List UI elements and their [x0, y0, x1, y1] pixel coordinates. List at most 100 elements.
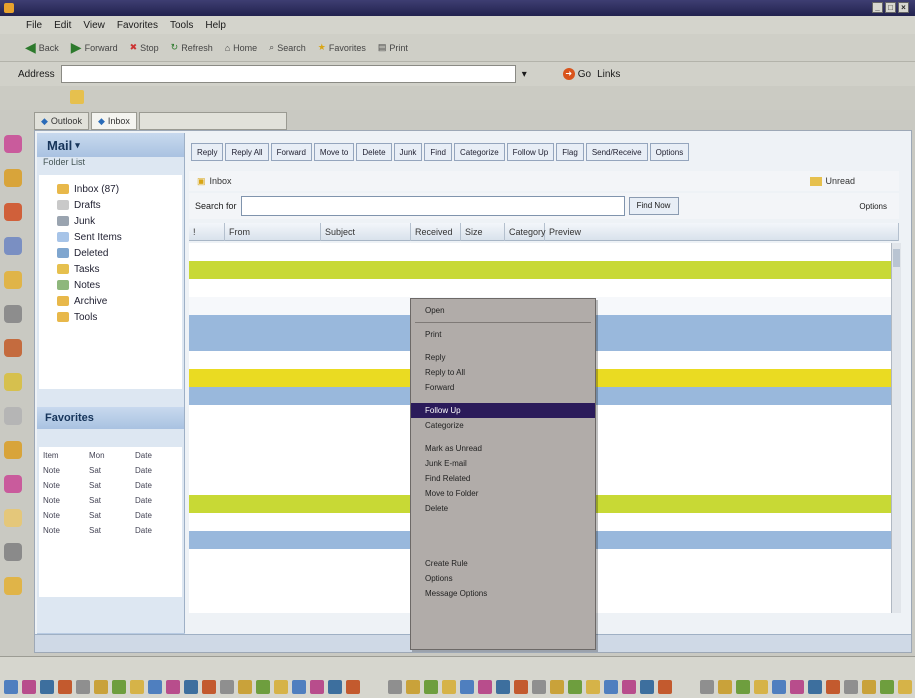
desktop-icon[interactable] — [4, 271, 22, 289]
taskbar-app-icon[interactable] — [862, 680, 876, 694]
desktop-icon[interactable] — [4, 373, 22, 391]
message-row[interactable] — [189, 261, 899, 279]
taskbar-app-icon[interactable] — [406, 680, 420, 694]
context-menu-item[interactable]: Reply — [411, 350, 595, 365]
folder-item[interactable]: Sent Items — [43, 229, 178, 245]
context-menu-item[interactable]: Categorize — [411, 418, 595, 433]
taskbar-app-icon[interactable] — [844, 680, 858, 694]
taskbar-app-icon[interactable] — [700, 680, 714, 694]
taskbar-app-icon[interactable] — [4, 680, 18, 694]
taskbar-app-icon[interactable] — [346, 680, 360, 694]
chevron-down-icon[interactable]: ▾ — [75, 140, 80, 151]
folder-item[interactable]: Drafts — [43, 197, 178, 213]
taskbar-app-icon[interactable] — [568, 680, 582, 694]
taskbar-app-icon[interactable] — [880, 680, 894, 694]
column-subject[interactable]: Subject — [321, 222, 411, 241]
menu-help[interactable]: Help — [205, 20, 226, 31]
taskbar-app-icon[interactable] — [514, 680, 528, 694]
taskbar-app-icon[interactable] — [718, 680, 732, 694]
find-now-button[interactable]: Find Now — [628, 197, 679, 215]
menu-edit[interactable]: Edit — [54, 20, 71, 31]
taskbar-app-icon[interactable] — [130, 680, 144, 694]
message-list-scrollbar[interactable] — [891, 243, 901, 613]
taskbar-app-icon[interactable] — [274, 680, 288, 694]
minimize-button[interactable]: _ — [872, 2, 883, 13]
folder-item[interactable]: Deleted — [43, 245, 178, 261]
desktop-icon[interactable] — [4, 509, 22, 527]
mini-table-row[interactable]: Note Sat Date — [43, 496, 178, 511]
mini-table-row[interactable]: Note Sat Date — [43, 466, 178, 481]
search-input[interactable] — [240, 196, 625, 216]
taskbar-app-icon[interactable] — [808, 680, 822, 694]
taskbar-app-icon[interactable] — [184, 680, 198, 694]
tab-new[interactable] — [138, 112, 287, 130]
folder-item[interactable]: Tasks — [43, 261, 178, 277]
desktop-icon[interactable] — [4, 475, 22, 493]
taskbar-app-icon[interactable] — [754, 680, 768, 694]
taskbar-app-icon[interactable] — [772, 680, 786, 694]
mail-toolbar-button[interactable]: Reply All — [225, 143, 269, 161]
close-button[interactable]: × — [898, 2, 909, 13]
context-menu-item[interactable]: Options — [411, 571, 595, 586]
taskbar-app-icon[interactable] — [292, 680, 306, 694]
back-button[interactable]: ◀ Back — [22, 39, 62, 57]
favorites-button[interactable]: ★ Favorites — [315, 39, 369, 57]
taskbar-app-icon[interactable] — [658, 680, 672, 694]
search-button[interactable]: ⌕ Search — [266, 39, 309, 57]
mail-toolbar-button[interactable]: Flag — [556, 143, 584, 161]
desktop-icon[interactable] — [4, 135, 22, 153]
taskbar-app-icon[interactable] — [424, 680, 438, 694]
mini-table-row[interactable]: Note Sat Date — [43, 511, 178, 526]
menu-view[interactable]: View — [83, 20, 105, 31]
mail-title[interactable]: Mail — [47, 138, 72, 153]
mail-toolbar-button[interactable]: Move to — [313, 143, 355, 161]
favorites-section-header[interactable]: Favorites — [37, 407, 184, 429]
column-preview[interactable]: Preview — [545, 222, 899, 241]
mini-table-row[interactable]: Note Sat Date — [43, 526, 178, 541]
mail-toolbar-button[interactable]: Find — [424, 143, 452, 161]
menu-file[interactable]: File — [26, 20, 42, 31]
context-menu-item[interactable]: Print — [411, 327, 595, 342]
mini-table-row[interactable]: Item Mon Date — [43, 451, 178, 466]
taskbar-app-icon[interactable] — [256, 680, 270, 694]
taskbar-app-icon[interactable] — [532, 680, 546, 694]
taskbar-app-icon[interactable] — [622, 680, 636, 694]
scrollbar-thumb[interactable] — [893, 249, 900, 267]
folder-item[interactable]: Junk — [43, 213, 178, 229]
context-menu-item[interactable]: Delete — [411, 501, 595, 516]
taskbar-app-icon[interactable] — [310, 680, 324, 694]
folder-item[interactable]: Tools — [43, 309, 178, 325]
mail-toolbar-button[interactable]: Follow Up — [506, 143, 555, 161]
desktop-icon[interactable] — [4, 237, 22, 255]
taskbar-app-icon[interactable] — [550, 680, 564, 694]
context-menu-item[interactable]: Forward — [411, 380, 595, 395]
context-menu-item[interactable]: Message Options — [411, 586, 595, 601]
mail-toolbar-button[interactable]: Junk — [393, 143, 423, 161]
mail-toolbar-button[interactable]: Categorize — [453, 143, 505, 161]
column-received[interactable]: Received — [411, 222, 461, 241]
context-menu-item[interactable]: Junk E-mail — [411, 456, 595, 471]
desktop-icon[interactable] — [4, 543, 22, 561]
context-menu-item[interactable]: Reply to All — [411, 365, 595, 380]
mail-toolbar-button[interactable]: Options — [649, 143, 690, 161]
taskbar-app-icon[interactable] — [220, 680, 234, 694]
taskbar-app-icon[interactable] — [328, 680, 342, 694]
taskbar-app-icon[interactable] — [442, 680, 456, 694]
stop-button[interactable]: ✖ Stop — [127, 39, 162, 57]
desktop-icon[interactable] — [4, 305, 22, 323]
taskbar-app-icon[interactable] — [898, 680, 912, 694]
context-menu-item[interactable]: Mark as Unread — [411, 441, 595, 456]
context-menu-item[interactable]: Open — [411, 303, 595, 318]
taskbar-app-icon[interactable] — [166, 680, 180, 694]
menu-tools[interactable]: Tools — [170, 20, 193, 31]
desktop-icon[interactable] — [4, 407, 22, 425]
column-size[interactable]: Size — [461, 222, 505, 241]
mini-table-row[interactable]: Note Sat Date — [43, 481, 178, 496]
context-menu-item[interactable]: Create Rule — [411, 556, 595, 571]
taskbar-app-icon[interactable] — [58, 680, 72, 694]
desktop-icon[interactable] — [4, 577, 22, 595]
message-row[interactable] — [189, 279, 899, 297]
forward-button[interactable]: ▶ Forward — [68, 39, 121, 57]
taskbar-app-icon[interactable] — [640, 680, 654, 694]
address-input[interactable] — [60, 65, 516, 83]
